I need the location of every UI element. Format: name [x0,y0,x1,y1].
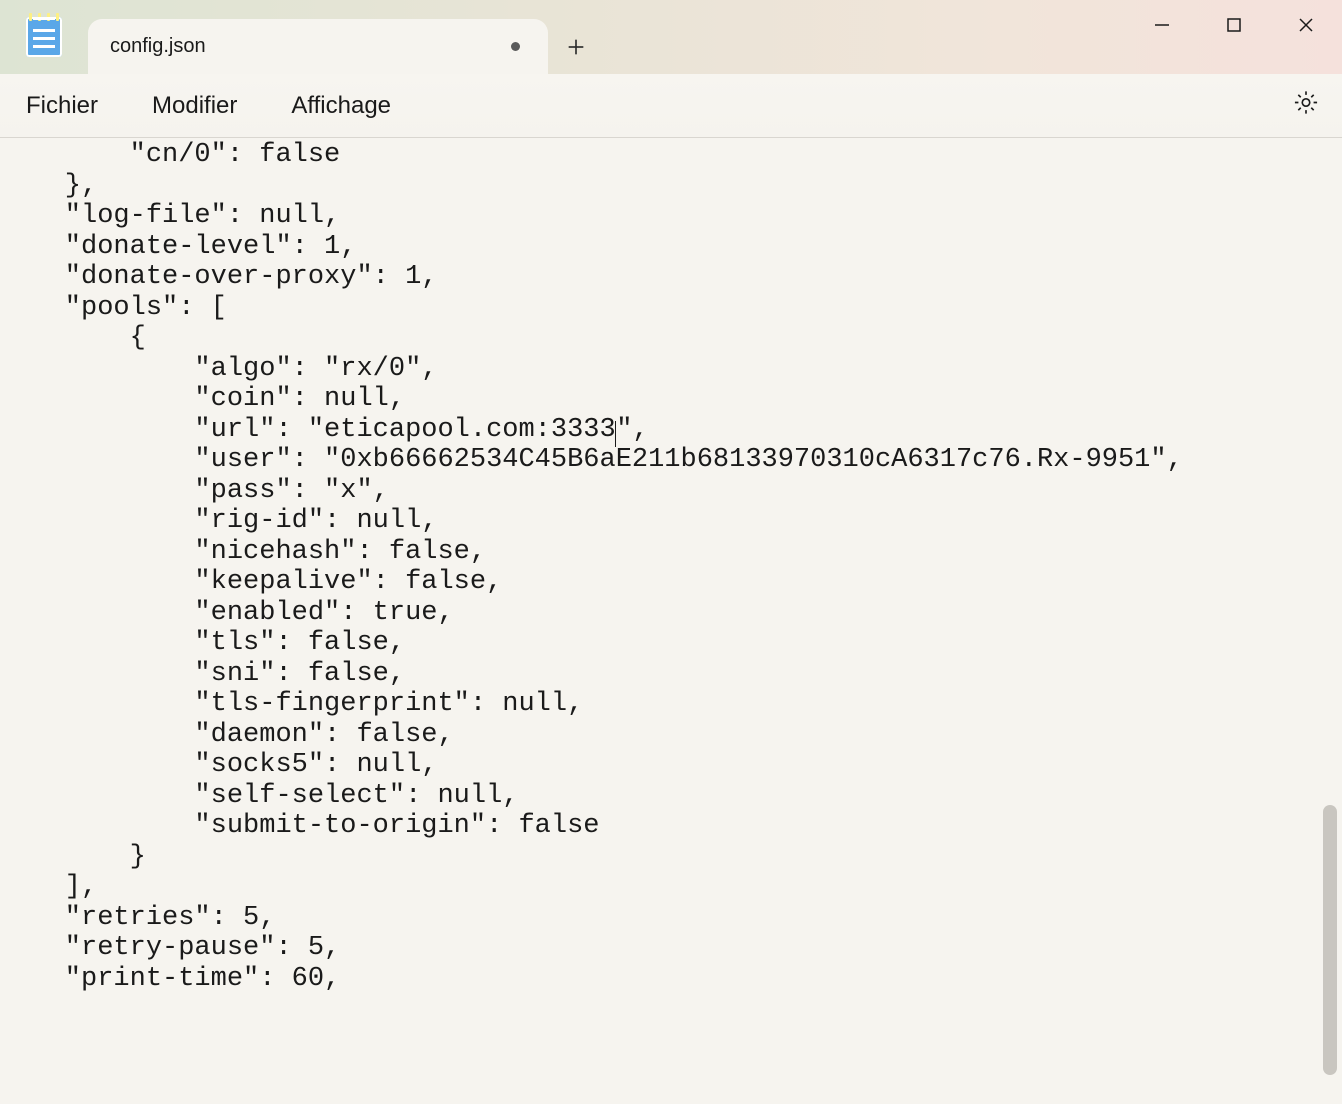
editor-line: "algo": "rx/0", [0,354,1342,385]
tab-config-json[interactable]: config.json [88,19,548,74]
editor-line: "coin": null, [0,384,1342,415]
editor-line: "enabled": true, [0,598,1342,629]
settings-button[interactable] [1292,88,1320,123]
editor-line: "submit-to-origin": false [0,811,1342,842]
text-editor[interactable]: "cn/0": false }, "log-file": null, "dona… [0,138,1342,1104]
unsaved-dot-icon [511,42,520,51]
window-controls [1126,0,1342,50]
editor-line: "pass": "x", [0,476,1342,507]
tab-title: config.json [110,35,206,58]
editor-line: "tls-fingerprint": null, [0,689,1342,720]
editor-line: }, [0,171,1342,202]
editor-line: "log-file": null, [0,201,1342,232]
maximize-button[interactable] [1198,0,1270,50]
editor-line: "self-select": null, [0,781,1342,812]
editor-line: "user": "0xb66662534C45B6aE211b681339703… [0,445,1342,476]
editor-line: { [0,323,1342,354]
titlebar: config.json [0,0,1342,74]
editor-line: "print-time": 60, [0,964,1342,995]
editor-line: "retry-pause": 5, [0,933,1342,964]
editor-line: "tls": false, [0,628,1342,659]
editor-line: "sni": false, [0,659,1342,690]
menu-view[interactable]: Affichage [291,92,391,120]
editor-line: "rig-id": null, [0,506,1342,537]
editor-line: "socks5": null, [0,750,1342,781]
editor-line: "donate-level": 1, [0,232,1342,263]
scrollbar-thumb[interactable] [1323,805,1337,1075]
editor-line: "daemon": false, [0,720,1342,751]
editor-line: "retries": 5, [0,903,1342,934]
editor-line: } [0,842,1342,873]
editor-line: "donate-over-proxy": 1, [0,262,1342,293]
editor-line: "keepalive": false, [0,567,1342,598]
minimize-button[interactable] [1126,0,1198,50]
editor-line: "cn/0": false [0,140,1342,171]
editor-line: "nicehash": false, [0,537,1342,568]
menu-file[interactable]: Fichier [26,92,98,120]
menu-edit[interactable]: Modifier [152,92,237,120]
editor-line: "url": "eticapool.com:3333", [0,415,1342,446]
app-icon [0,0,88,74]
gear-icon [1292,88,1320,116]
close-button[interactable] [1270,0,1342,50]
editor-line: ], [0,872,1342,903]
vertical-scrollbar[interactable] [1320,138,1340,1104]
editor-line: "pools": [ [0,293,1342,324]
text-caret [615,421,617,447]
editor-area: "cn/0": false }, "log-file": null, "dona… [0,138,1342,1104]
menubar: Fichier Modifier Affichage [0,74,1342,138]
new-tab-button[interactable] [548,19,604,74]
